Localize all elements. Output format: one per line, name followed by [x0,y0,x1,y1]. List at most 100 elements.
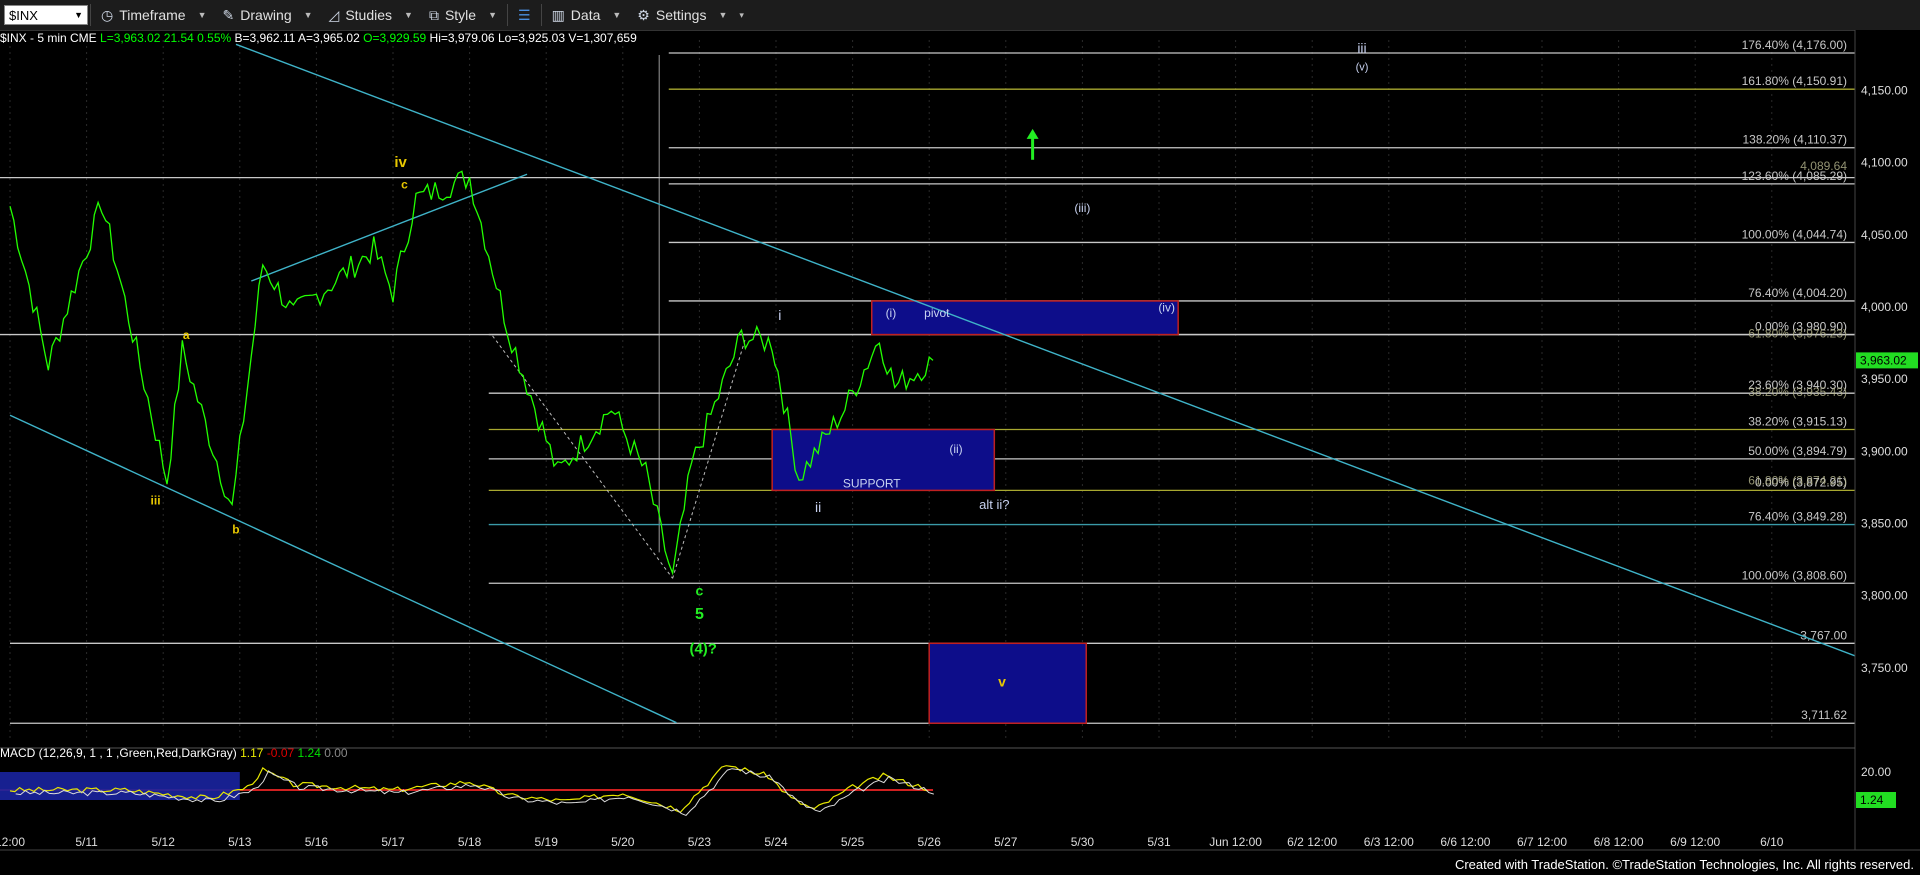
fib-label: 138.20% (4,110.37) [1742,133,1847,147]
wave-label: v [998,674,1006,690]
info-symbol: $INX - 5 min CME [0,31,97,45]
macd-y-tick: 20.00 [1861,765,1891,779]
fib-label: 100.00% (4,044.74) [1742,227,1847,241]
y-tick-label: 3,800.00 [1861,589,1908,603]
wave-label: (iii) [1074,201,1090,215]
fib-label: 3,711.62 [1801,708,1847,722]
info-high: Hi=3,979.06 [429,31,495,45]
x-tick-label: 5/17 [381,835,405,849]
y-tick-label: 3,950.00 [1861,372,1908,386]
y-tick-label: 4,100.00 [1861,156,1908,170]
x-tick-label: 6/10 [1760,835,1784,849]
info-change: 21.54 [163,31,194,45]
layout-icon: ☰ [518,6,531,23]
data-button[interactable]: ▥ Data ▼ [544,2,630,28]
chevron-down-icon: ▼ [74,10,83,20]
up-arrow-head [1026,128,1039,139]
fib-label: 76.40% (3,849.28) [1748,510,1847,524]
price-line [9,170,934,576]
x-tick-label: 5/24 [764,835,788,849]
x-tick-label: 5/25 [841,835,865,849]
last-price-label: 3,963.02 [1860,353,1907,367]
x-tick-label: 5/12 [152,835,176,849]
fib-label: 100.00% (3,808.60) [1742,568,1847,582]
y-tick-label: 4,150.00 [1861,84,1908,98]
timeframe-button[interactable]: ◷ Timeframe ▼ [93,2,215,28]
x-tick-label: Jun 12:00 [1209,835,1262,849]
layout-button[interactable]: ☰ [510,2,539,28]
symbol-input[interactable]: $INX ▼ [4,5,88,25]
trend-line [235,43,1907,676]
fib-label: 38.20% (3,915.13) [1748,415,1847,429]
x-tick-label: 5/13 [228,835,252,849]
wave-label: alt ii? [979,497,1009,512]
gear-icon: ⚙ [637,6,650,23]
chevron-down-icon: ▼ [197,10,207,20]
wave-label: c [696,583,704,599]
fib-label: 176.40% (4,176.00) [1742,38,1847,52]
info-last: L=3,963.02 [100,31,161,45]
chevron-down-icon: ▼ [718,10,728,20]
wave-label: i [778,307,781,323]
overlap-label: 4,089.64 [1800,159,1847,173]
trend-line [9,414,677,724]
overlap-label: 38.20% (3,935.43) [1748,385,1847,399]
info-ask: A=3,965.02 [298,31,360,45]
overlap-label: 61.80% (3,874.21) [1748,474,1847,488]
x-tick-label: 6/8 12:00 [1594,835,1644,849]
wave-label: a [183,328,190,342]
macd-label: MACD (12,26,9, 1 , 1 ,Green,Red,DarkGray… [0,746,348,760]
wave-label: (ii) [949,442,962,456]
chevron-down-icon: ▼ [612,10,622,20]
x-tick-label: 5/11 [75,835,98,849]
x-tick-label: 12:00 [0,835,25,849]
x-tick-label: 5/31 [1147,835,1171,849]
x-tick-label: 6/3 12:00 [1364,835,1414,849]
data-icon: ▥ [551,6,565,23]
x-tick-label: 6/9 12:00 [1670,835,1720,849]
overflow-icon: ▾ [739,9,744,20]
fib-label: 3,767.00 [1800,628,1847,642]
wave-label: c [401,178,408,192]
macd-last-label: 1.24 [1860,793,1884,807]
studies-button[interactable]: ◿ Studies ▼ [321,2,421,28]
info-open: O=3,929.59 [363,31,427,45]
x-tick-label: 5/26 [918,835,942,849]
info-bid: B=3,962.11 [234,31,296,45]
x-tick-label: 5/27 [994,835,1018,849]
style-button[interactable]: ⧉ Style ▼ [421,2,505,28]
wave-label: (4)? [689,640,717,657]
fib-label: 76.40% (4,004.20) [1748,286,1847,300]
wave-label: iv [394,154,407,171]
y-tick-label: 4,050.00 [1861,228,1908,242]
clock-icon: ◷ [101,6,114,23]
chevron-down-icon: ▼ [303,10,313,20]
wave-label: 5 [695,606,704,623]
wave-label: (i) [886,306,897,320]
y-tick-label: 4,000.00 [1861,300,1908,314]
y-tick-label: 3,900.00 [1861,444,1908,458]
x-tick-label: 5/20 [611,835,635,849]
x-tick-label: 5/19 [535,835,559,849]
pencil-icon: ✎ [222,6,235,23]
y-tick-label: 3,750.00 [1861,661,1908,675]
x-tick-label: 6/2 12:00 [1287,835,1337,849]
info-bar: $INX - 5 min CME L=3,963.02 21.54 0.55% … [0,31,637,45]
wave-label: iii [1357,40,1366,56]
wave-label: b [232,523,239,537]
y-tick-label: 3,850.00 [1861,517,1908,531]
fib-label: 161.80% (4,150.91) [1742,74,1847,88]
drawing-button[interactable]: ✎ Drawing ▼ [215,2,321,28]
wave-label: ii [815,499,821,515]
overlap-label: 61.80% (3,976.23) [1748,326,1847,340]
zone-pivot [871,300,1179,336]
settings-button[interactable]: ⚙ Settings ▼ ▾ [629,2,752,28]
chevron-down-icon: ▼ [404,10,413,20]
studies-icon: ◿ [328,6,340,23]
x-tick-label: 6/7 12:00 [1517,835,1567,849]
info-pct: 0.55% [197,31,232,45]
chevron-down-icon: ▼ [488,10,497,20]
wave-label: SUPPORT [843,476,901,490]
fib-label: 50.00% (3,894.79) [1748,444,1847,458]
toolbar: $INX ▼ ◷ Timeframe ▼ ✎ Drawing ▼ ◿ Studies ▼ ⧉ S… [0,0,1920,31]
